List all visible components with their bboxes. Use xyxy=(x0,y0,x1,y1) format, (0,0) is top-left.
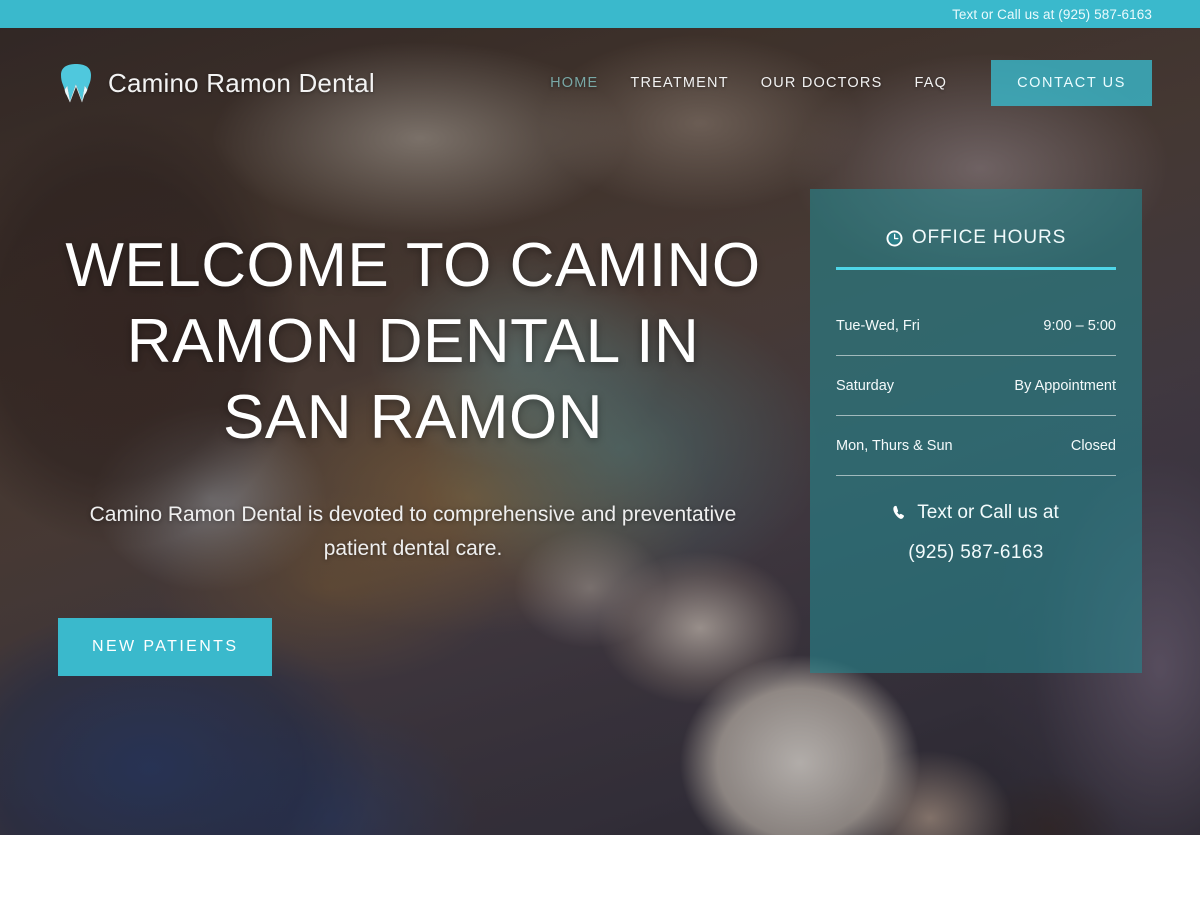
panel-phone-label-row: Text or Call us at xyxy=(836,502,1116,524)
phone-icon xyxy=(893,505,908,521)
hours-row: Tue-Wed, Fri 9:00 – 5:00 xyxy=(836,296,1116,356)
panel-phone-label: Text or Call us at xyxy=(917,502,1059,523)
topbar-contact-text[interactable]: Text or Call us at (925) 587-6163 xyxy=(952,7,1152,22)
hero-subtitle: Camino Ramon Dental is devoted to compre… xyxy=(89,503,737,560)
hero-copy-block: WELCOME TO CAMINO RAMON DENTAL IN SAN RA… xyxy=(58,228,768,676)
contact-us-button[interactable]: CONTACT US xyxy=(991,60,1152,106)
nav-item-treatment[interactable]: TREATMENT xyxy=(630,75,728,91)
hours-day-label: Saturday xyxy=(836,377,895,394)
hours-day-label: Tue-Wed, Fri xyxy=(836,317,920,334)
office-hours-panel: OFFICE HOURS Tue-Wed, Fri 9:00 – 5:00 Sa… xyxy=(810,189,1142,673)
brand-logo[interactable]: Camino Ramon Dental xyxy=(58,61,375,105)
clock-icon xyxy=(886,230,903,247)
hero-headline: WELCOME TO CAMINO RAMON DENTAL IN SAN RA… xyxy=(65,231,761,452)
panel-phone-number[interactable]: (925) 587-6163 xyxy=(836,542,1116,564)
site-header: Camino Ramon Dental HOME TREATMENT OUR D… xyxy=(0,28,1200,138)
tooth-icon xyxy=(58,61,94,105)
hours-day-label: Mon, Thurs & Sun xyxy=(836,437,953,454)
hours-day-value: Closed xyxy=(1070,437,1116,454)
office-hours-divider xyxy=(836,267,1116,270)
brand-name: Camino Ramon Dental xyxy=(108,67,375,98)
panel-phone-block[interactable]: Text or Call us at (925) 587-6163 xyxy=(836,502,1116,564)
top-utility-bar: Text or Call us at (925) 587-6163 xyxy=(0,0,1200,28)
hours-row: Mon, Thurs & Sun Closed xyxy=(836,416,1116,476)
office-hours-title: OFFICE HOURS xyxy=(911,227,1067,248)
nav-item-home[interactable]: HOME xyxy=(550,75,598,91)
main-navigation: HOME TREATMENT OUR DOCTORS FAQ CONTACT U… xyxy=(550,60,1152,106)
page-bottom-whitespace xyxy=(0,835,1200,900)
hours-row: Saturday By Appointment xyxy=(836,356,1116,416)
new-patients-button[interactable]: NEW PATIENTS xyxy=(58,618,273,676)
hours-day-value: By Appointment xyxy=(1014,377,1116,394)
office-hours-header: OFFICE HOURS xyxy=(836,227,1116,249)
hero-section: Camino Ramon Dental HOME TREATMENT OUR D… xyxy=(0,28,1200,835)
hours-day-value: 9:00 – 5:00 xyxy=(1043,317,1116,334)
nav-item-faq[interactable]: FAQ xyxy=(914,75,947,91)
office-hours-list: Tue-Wed, Fri 9:00 – 5:00 Saturday By App… xyxy=(836,296,1116,476)
nav-item-our-doctors[interactable]: OUR DOCTORS xyxy=(761,75,883,91)
